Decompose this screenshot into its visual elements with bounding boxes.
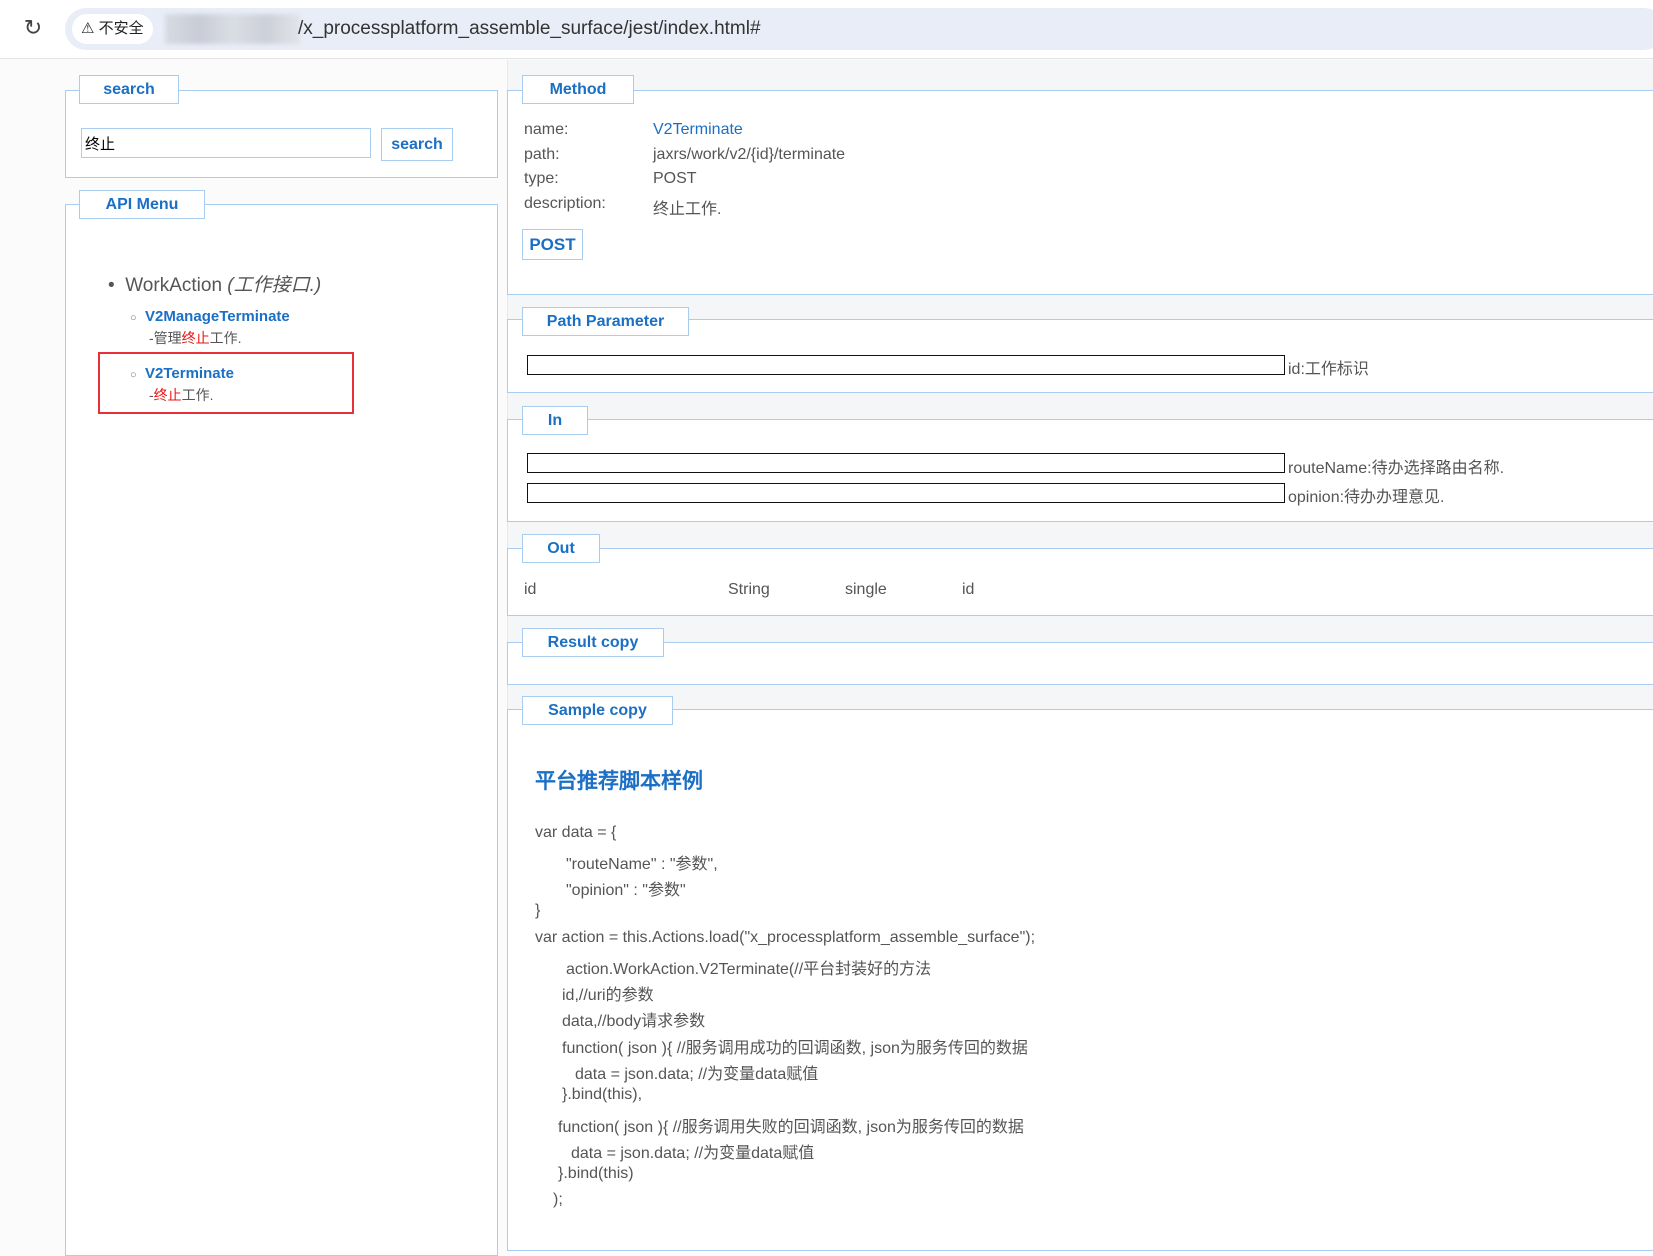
circle-bullet-icon: ○ xyxy=(130,369,137,381)
search-legend: search xyxy=(79,75,179,104)
search-highlight: 终止 xyxy=(181,330,210,346)
method-legend: Method xyxy=(522,75,634,104)
menu-item-desc: -终止工作. xyxy=(149,385,234,405)
code-line: data = json.data; //为变量data赋值 xyxy=(571,1145,815,1162)
search-input[interactable] xyxy=(81,128,371,158)
circle-bullet-icon: ○ xyxy=(130,312,137,324)
bullet-icon: • xyxy=(108,275,115,296)
in-legend: In xyxy=(522,406,588,435)
description-label: description: xyxy=(524,195,606,212)
param-id-desc: id:工作标识 xyxy=(1288,361,1369,378)
out-desc: id xyxy=(962,581,975,598)
result-copy-legend[interactable]: Result copy xyxy=(522,628,664,657)
code-line: ); xyxy=(553,1191,563,1208)
out-legend: Out xyxy=(522,534,600,563)
path-value: jaxrs/work/v2/{id}/terminate xyxy=(653,146,846,163)
code-line: }.bind(this), xyxy=(562,1086,643,1103)
code-line: var data = { xyxy=(535,824,617,841)
code-line: id,//uri的参数 xyxy=(562,987,654,1004)
out-mode: single xyxy=(845,581,887,598)
code-line: function( json ){ //服务调用失败的回调函数, json为服务… xyxy=(558,1119,1024,1136)
menu-link-v2manageterminate[interactable]: V2ManageTerminate xyxy=(145,308,290,325)
desc-text: 工作. xyxy=(181,387,214,403)
menu-link-v2terminate[interactable]: V2Terminate xyxy=(145,365,234,382)
type-label: type: xyxy=(524,170,559,187)
code-line: var action = this.Actions.load("x_proces… xyxy=(535,929,1036,946)
menu-item: ○ V2Terminate -终止工作. xyxy=(130,365,234,405)
name-value: V2Terminate xyxy=(653,121,743,138)
description-value: 终止工作. xyxy=(653,201,722,218)
sample-copy-legend[interactable]: Sample copy xyxy=(522,696,673,725)
name-label: name: xyxy=(524,121,569,138)
path-label: path: xyxy=(524,146,560,163)
search-button[interactable]: search xyxy=(381,128,453,161)
opinion-input[interactable] xyxy=(527,483,1285,503)
out-type: String xyxy=(728,581,770,598)
code-line: data = json.data; //为变量data赋值 xyxy=(575,1066,819,1083)
group-name: WorkAction xyxy=(125,275,223,296)
reload-icon[interactable]: ↻ xyxy=(22,17,44,39)
code-line: }.bind(this) xyxy=(558,1165,634,1182)
code-line: action.WorkAction.V2Terminate(//平台封装好的方法 xyxy=(566,961,932,978)
api-menu-legend: API Menu xyxy=(79,190,205,219)
code-line: } xyxy=(535,902,541,919)
code-line: data,//body请求参数 xyxy=(562,1013,706,1030)
desc-text: 工作. xyxy=(209,330,242,346)
search-highlight: 终止 xyxy=(153,387,182,403)
security-indicator[interactable]: ⚠ 不安全 xyxy=(72,14,153,44)
code-line: function( json ){ //服务调用成功的回调函数, json为服务… xyxy=(562,1040,1028,1057)
menu-item-desc: -管理终止工作. xyxy=(149,328,290,348)
security-label: 不安全 xyxy=(98,20,144,37)
route-name-desc: routeName:待办选择路由名称. xyxy=(1288,460,1505,477)
code-line: "routeName" : "参数", xyxy=(566,856,718,873)
group-desc: (工作接口.) xyxy=(227,275,322,296)
path-parameter-legend: Path Parameter xyxy=(522,307,689,336)
opinion-desc: opinion:待办办理意见. xyxy=(1288,489,1445,506)
desc-text: -管理 xyxy=(149,330,182,346)
post-button[interactable]: POST xyxy=(522,229,583,260)
menu-group-workaction: • WorkAction (工作接口.) xyxy=(108,270,321,297)
type-value: POST xyxy=(653,170,697,187)
blurred-host xyxy=(165,14,300,44)
out-name: id xyxy=(524,581,537,598)
param-id-input[interactable] xyxy=(527,355,1285,375)
result-panel xyxy=(507,642,1653,685)
route-name-input[interactable] xyxy=(527,453,1285,473)
menu-item: ○ V2ManageTerminate -管理终止工作. xyxy=(130,308,290,348)
out-panel xyxy=(507,548,1653,616)
url-text[interactable]: /x_processplatform_assemble_surface/jest… xyxy=(298,14,761,44)
code-line: "opinion" : "参数" xyxy=(566,882,686,899)
sample-heading: 平台推荐脚本样例 xyxy=(535,770,703,793)
warning-icon: ⚠ xyxy=(81,20,95,37)
